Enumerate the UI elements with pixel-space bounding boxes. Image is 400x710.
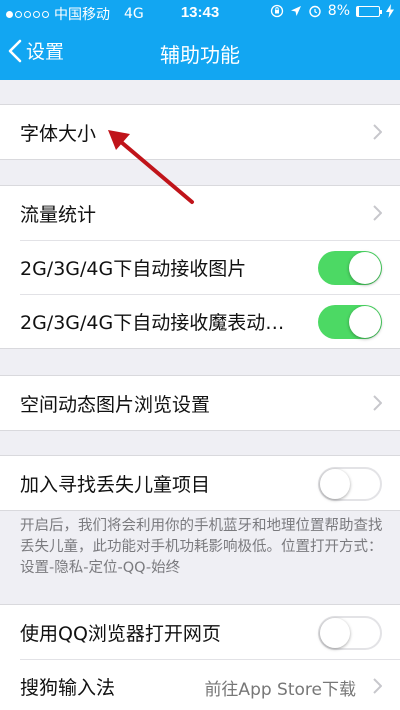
row-label: 流量统计 — [20, 203, 97, 226]
chevron-right-icon — [373, 395, 382, 411]
settings-group-missing-children: 加入寻找丢失儿童项目 — [0, 455, 400, 511]
row-label: 2G/3G/4G下自动接收图片 — [20, 257, 247, 280]
alarm-icon — [309, 5, 321, 18]
qq-browser-toggle[interactable] — [318, 616, 382, 650]
missing-children-toggle[interactable] — [318, 467, 382, 501]
location-icon — [290, 6, 301, 16]
charging-icon — [386, 4, 394, 18]
navigation-bar: 设置 辅助功能 — [0, 26, 400, 80]
qq-browser-row: 使用QQ浏览器打开网页 — [0, 605, 400, 659]
row-label: 加入寻找丢失儿童项目 — [20, 473, 211, 496]
row-label: 字体大小 — [20, 122, 97, 145]
auto-receive-images-toggle[interactable] — [318, 251, 382, 285]
row-label: 搜狗输入法 — [20, 676, 116, 699]
sogou-input-row[interactable]: 搜狗输入法 前往App Store下载 — [0, 659, 400, 710]
row-value: 前往App Store下载 — [204, 680, 356, 700]
missing-children-footnote: 开启后，我们将会利用你的手机蓝牙和地理位置帮助查找丢失儿童，此功能对手机功耗影响… — [20, 518, 383, 576]
space-image-browse-row[interactable]: 空间动态图片浏览设置 — [0, 376, 400, 430]
settings-group-browser: 使用QQ浏览器打开网页 搜狗输入法 前往App Store下载 — [0, 604, 400, 710]
settings-group-space: 空间动态图片浏览设置 — [0, 375, 400, 431]
annotation-arrow-icon — [108, 130, 194, 204]
chevron-right-icon — [373, 205, 382, 221]
page-title: 辅助功能 — [160, 43, 240, 67]
chevron-right-icon — [373, 124, 382, 140]
lock-rotation-icon — [270, 4, 283, 18]
settings-group-media: 流量统计 2G/3G/4G下自动接收图片 2G/3G/4G下自动接收魔表动… — [0, 185, 400, 349]
battery-icon — [356, 5, 382, 17]
auto-receive-images-row: 2G/3G/4G下自动接收图片 — [0, 240, 400, 294]
row-label: 使用QQ浏览器打开网页 — [20, 622, 221, 645]
auto-receive-magic-emoji-row: 2G/3G/4G下自动接收魔表动… — [0, 294, 400, 348]
auto-receive-magic-emoji-toggle[interactable] — [318, 305, 382, 339]
chevron-right-icon — [373, 678, 382, 694]
missing-children-row: 加入寻找丢失儿童项目 — [0, 456, 400, 510]
data-usage-row[interactable]: 流量统计 — [0, 186, 400, 240]
row-label: 空间动态图片浏览设置 — [20, 393, 211, 416]
font-size-row[interactable]: 字体大小 — [0, 105, 400, 159]
status-bar: 中国移动 4G 13:43 8% — [0, 0, 400, 26]
battery-percent: 8% — [327, 3, 350, 19]
settings-group-font: 字体大小 — [0, 104, 400, 160]
row-label: 2G/3G/4G下自动接收魔表动… — [20, 311, 285, 334]
